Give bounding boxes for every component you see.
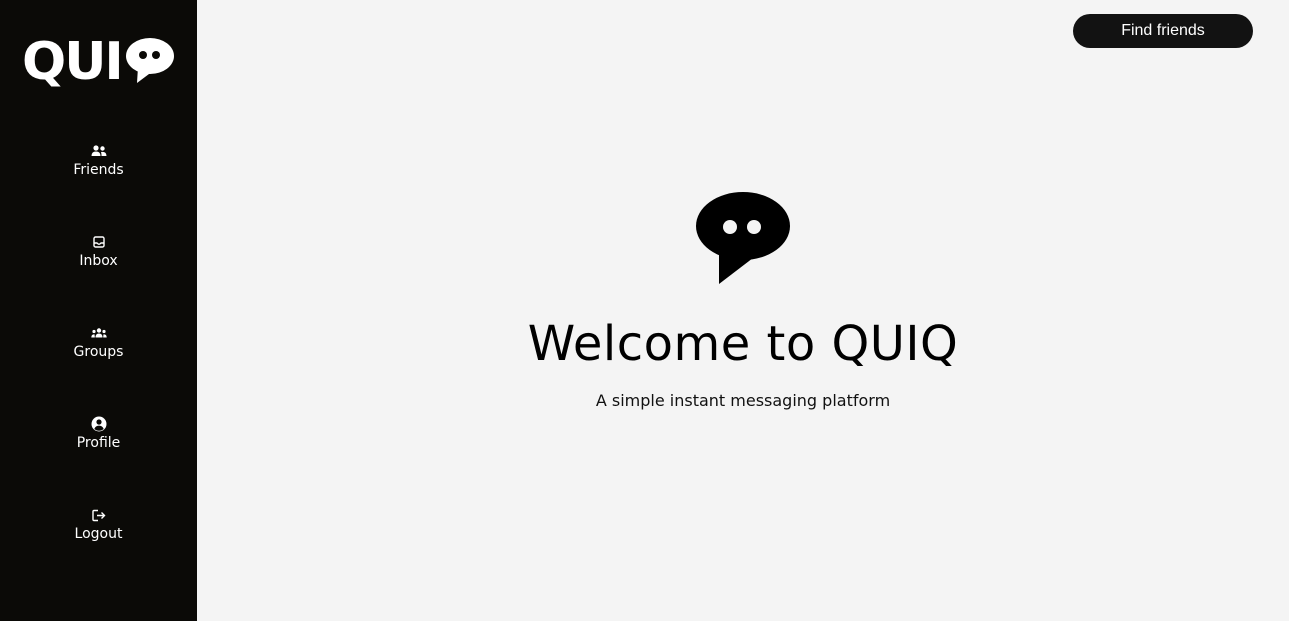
sidebar-nav: Friends Inbox Groups Profile Logout [0,142,197,597]
sidebar-item-label: Inbox [79,253,118,269]
sidebar-item-label: Profile [76,435,121,451]
sidebar-item-groups[interactable]: Groups [0,324,197,415]
sidebar: QUI Friends Inbox Groups Profile Logout [0,0,197,621]
app-root: QUI Friends Inbox Groups Profile Logout … [0,0,1289,621]
logo[interactable]: QUI [22,34,175,90]
sidebar-item-profile[interactable]: Profile [0,415,197,506]
find-friends-button[interactable]: Find friends [1073,14,1253,48]
sidebar-item-label: Groups [73,344,124,360]
sidebar-item-label: Friends [73,162,124,178]
profile-icon [91,415,107,433]
logout-icon [91,506,106,524]
inbox-icon [92,233,105,251]
sidebar-item-friends[interactable]: Friends [0,142,197,233]
chat-bubble-icon [695,190,791,286]
sidebar-item-inbox[interactable]: Inbox [0,233,197,324]
welcome-hero: Welcome to QUIQ A simple instant messagi… [197,190,1289,411]
logo-chat-bubble-icon [125,37,175,89]
welcome-title: Welcome to QUIQ [527,316,959,372]
sidebar-item-label: Logout [74,526,123,542]
main-content: Find friends Welcome to QUIQ A simple in… [197,0,1289,621]
friends-icon [91,142,107,160]
welcome-subtitle: A simple instant messaging platform [595,391,891,410]
sidebar-item-logout[interactable]: Logout [0,506,197,597]
groups-icon [90,324,107,342]
logo-text: QUI [22,32,124,92]
